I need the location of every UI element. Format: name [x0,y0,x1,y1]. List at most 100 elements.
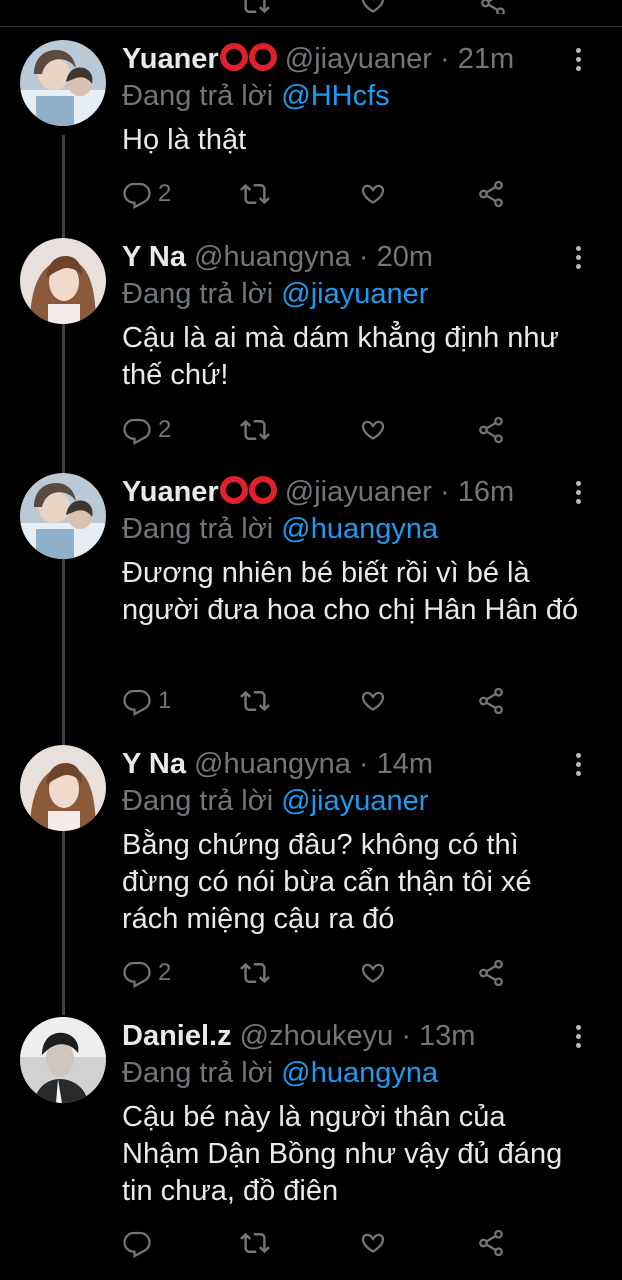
user-handle[interactable]: @jiayuaner [285,476,432,508]
tweet-actions: 2 [122,953,592,993]
like-icon [361,963,385,983]
display-name[interactable]: Daniel.z [122,1020,232,1052]
share-button[interactable] [476,681,506,721]
reply-mention[interactable]: @jiayuaner [281,785,428,817]
reply-button[interactable] [122,1223,158,1263]
display-name[interactable]: Yuaner [122,43,219,75]
red-ring-emoji [219,43,277,75]
reply-label: Đang trả lời [122,80,274,112]
more-icon[interactable] [576,48,582,72]
like-button[interactable] [358,953,388,993]
like-button[interactable] [358,681,388,721]
display-name[interactable]: Y Na [122,748,186,780]
reply-mention[interactable]: @jiayuaner [281,278,428,310]
tweet-actions [122,1223,592,1263]
tweet-text: Cậu bé này là người thân của Nhậm Dận Bồ… [122,1101,563,1207]
share-icon[interactable] [478,0,508,14]
separator-dot: · [439,476,450,508]
retweet-button[interactable] [240,410,270,450]
share-button[interactable] [476,410,506,450]
share-button[interactable] [476,174,506,214]
more-icon[interactable] [576,481,582,505]
reply-context: Đang trả lời @huangyna [122,1055,622,1091]
divider [0,26,622,27]
tweet[interactable]: Yuaner @jiayuaner · 21m Đang trả lời @HH… [0,40,622,220]
like-button[interactable] [358,410,388,450]
separator-dot: · [358,241,369,273]
user-handle[interactable]: @zhoukeyu [240,1020,394,1052]
retweet-icon[interactable] [240,0,270,14]
reply-label: Đang trả lời [122,513,274,545]
tweet-time[interactable]: 21m [458,43,514,75]
user-handle[interactable]: @huangyna [194,241,351,273]
reply-count: 1 [158,687,172,714]
reply-button[interactable]: 2 [122,953,171,993]
like-icon [361,1233,385,1253]
reply-mention[interactable]: @huangyna [281,513,438,545]
reply-mention[interactable]: @huangyna [281,1057,438,1089]
share-icon [479,1229,503,1257]
retweet-button[interactable] [240,953,270,993]
retweet-button[interactable] [240,174,270,214]
reply-context: Đang trả lời @huangyna [122,511,622,547]
tweet-time[interactable]: 16m [458,476,514,508]
tweet[interactable]: Daniel.z @zhoukeyu · 13m Đang trả lời @h… [0,1017,622,1280]
like-icon[interactable] [358,0,388,14]
avatar[interactable] [20,40,106,126]
reply-count: 2 [158,416,172,443]
reply-label: Đang trả lời [122,785,274,817]
like-icon [361,691,385,711]
reply-button[interactable]: 2 [122,174,171,214]
tweet[interactable]: Y Na @huangyna · 14m Đang trả lời @jiayu… [0,745,622,995]
red-ring-emoji [219,476,277,508]
share-button[interactable] [476,953,506,993]
like-button[interactable] [358,174,388,214]
more-icon[interactable] [576,753,582,777]
retweet-icon [240,1232,270,1254]
avatar[interactable] [20,745,106,831]
display-name[interactable]: Y Na [122,241,186,273]
separator-dot: · [358,748,369,780]
retweet-button[interactable] [240,681,270,721]
separator-dot: · [439,43,450,75]
tweet-time[interactable]: 20m [377,241,433,273]
share-button[interactable] [476,1223,506,1263]
share-icon [479,416,503,444]
avatar[interactable] [20,473,106,559]
reply-context: Đang trả lời @jiayuaner [122,783,622,819]
tweet-time[interactable]: 13m [419,1020,475,1052]
reply-label: Đang trả lời [122,1057,274,1089]
reply-context: Đang trả lời @jiayuaner [122,276,622,312]
display-name[interactable]: Yuaner [122,476,219,508]
avatar[interactable] [20,1017,106,1103]
reply-button[interactable]: 1 [122,681,171,721]
tweet[interactable]: Yuaner @jiayuaner · 16m Đang trả lời @hu… [0,473,622,723]
tweet[interactable]: Y Na @huangyna · 20m Đang trả lời @jiayu… [0,238,622,458]
reply-icon [123,418,151,445]
like-button[interactable] [358,1223,388,1263]
tweet-actions: 2 [122,410,592,450]
more-icon[interactable] [576,246,582,270]
reply-icon [123,689,151,716]
retweet-button[interactable] [240,1223,270,1263]
share-icon [479,687,503,715]
user-handle[interactable]: @huangyna [194,748,351,780]
reply-icon [123,961,151,988]
reply-count: 2 [158,180,172,207]
avatar[interactable] [20,238,106,324]
user-handle[interactable]: @jiayuaner [285,43,432,75]
previous-tweet-actions [0,0,622,14]
reply-mention[interactable]: @HHcfs [281,80,389,112]
separator-dot: · [401,1020,411,1052]
tweet-actions: 2 [122,174,592,214]
like-icon [361,420,385,440]
retweet-icon [240,183,270,205]
retweet-icon [240,962,270,984]
like-icon [361,184,385,204]
share-icon [479,180,503,208]
tweet-text: Bằng chứng đâu? không có thì đừng có nói… [122,829,532,935]
reply-icon [123,182,151,209]
reply-button[interactable]: 2 [122,410,171,450]
more-icon[interactable] [576,1025,582,1049]
tweet-time[interactable]: 14m [377,748,433,780]
